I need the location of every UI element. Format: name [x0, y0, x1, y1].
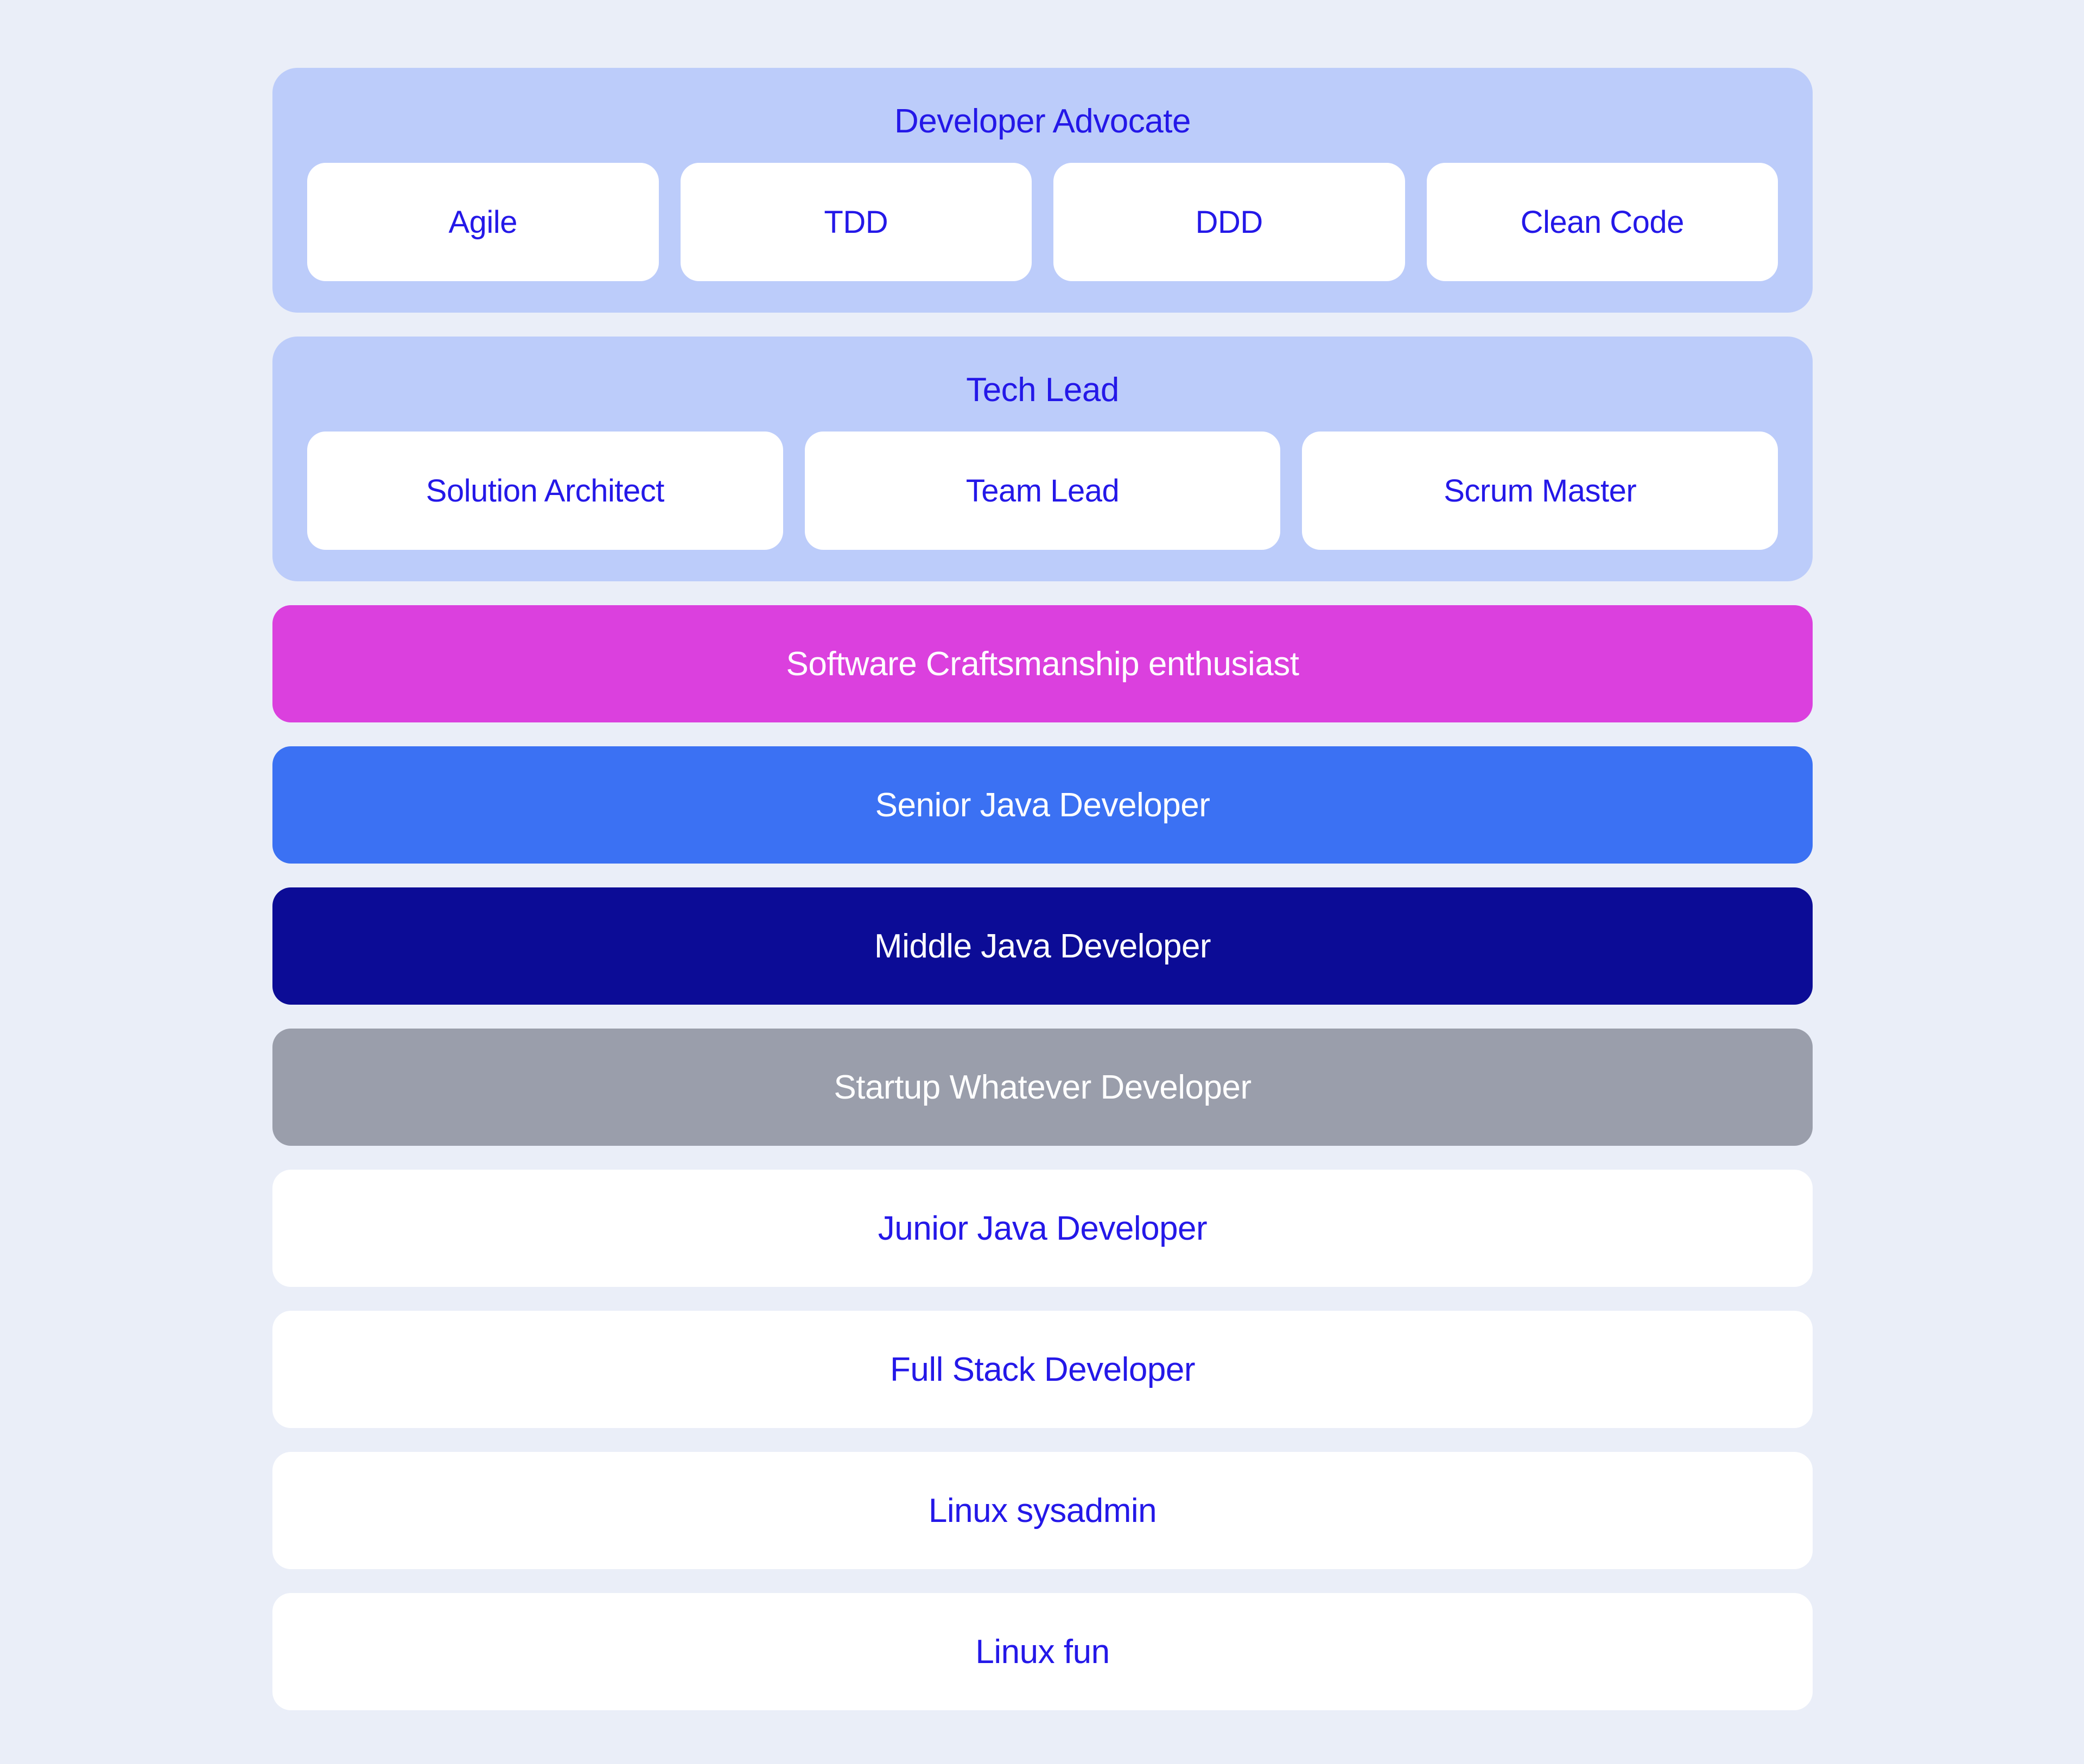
pill-team-lead[interactable]: Team Lead [804, 432, 1281, 550]
pill-solution-architect[interactable]: Solution Architect [307, 432, 783, 550]
group-pill-row-developer-advocate: Agile TDD DDD Clean Code [272, 138, 1813, 313]
bar-linux-sysadmin[interactable]: Linux sysadmin [272, 1452, 1813, 1569]
bar-startup-whatever-developer[interactable]: Startup Whatever Developer [272, 1029, 1813, 1146]
bar-full-stack-developer[interactable]: Full Stack Developer [272, 1311, 1813, 1428]
pill-tdd[interactable]: TDD [680, 163, 1032, 281]
group-card-developer-advocate: Developer Advocate Agile TDD DDD Clean C… [272, 68, 1813, 313]
bar-software-craftsmanship-enthusiast[interactable]: Software Craftsmanship enthusiast [272, 605, 1813, 722]
bar-junior-java-developer[interactable]: Junior Java Developer [272, 1170, 1813, 1287]
bar-senior-java-developer[interactable]: Senior Java Developer [272, 746, 1813, 864]
group-title-tech-lead: Tech Lead [966, 371, 1119, 409]
bar-linux-fun[interactable]: Linux fun [272, 1593, 1813, 1710]
bar-middle-java-developer[interactable]: Middle Java Developer [272, 887, 1813, 1005]
pill-agile[interactable]: Agile [307, 163, 659, 281]
career-timeline-stack: Developer Advocate Agile TDD DDD Clean C… [272, 68, 1813, 1734]
group-card-tech-lead: Tech Lead Solution Architect Team Lead S… [272, 337, 1813, 581]
pill-clean-code[interactable]: Clean Code [1426, 163, 1778, 281]
pill-ddd[interactable]: DDD [1053, 163, 1405, 281]
pill-scrum-master[interactable]: Scrum Master [1302, 432, 1778, 550]
group-title-developer-advocate: Developer Advocate [894, 103, 1191, 140]
group-pill-row-tech-lead: Solution Architect Team Lead Scrum Maste… [272, 407, 1813, 581]
